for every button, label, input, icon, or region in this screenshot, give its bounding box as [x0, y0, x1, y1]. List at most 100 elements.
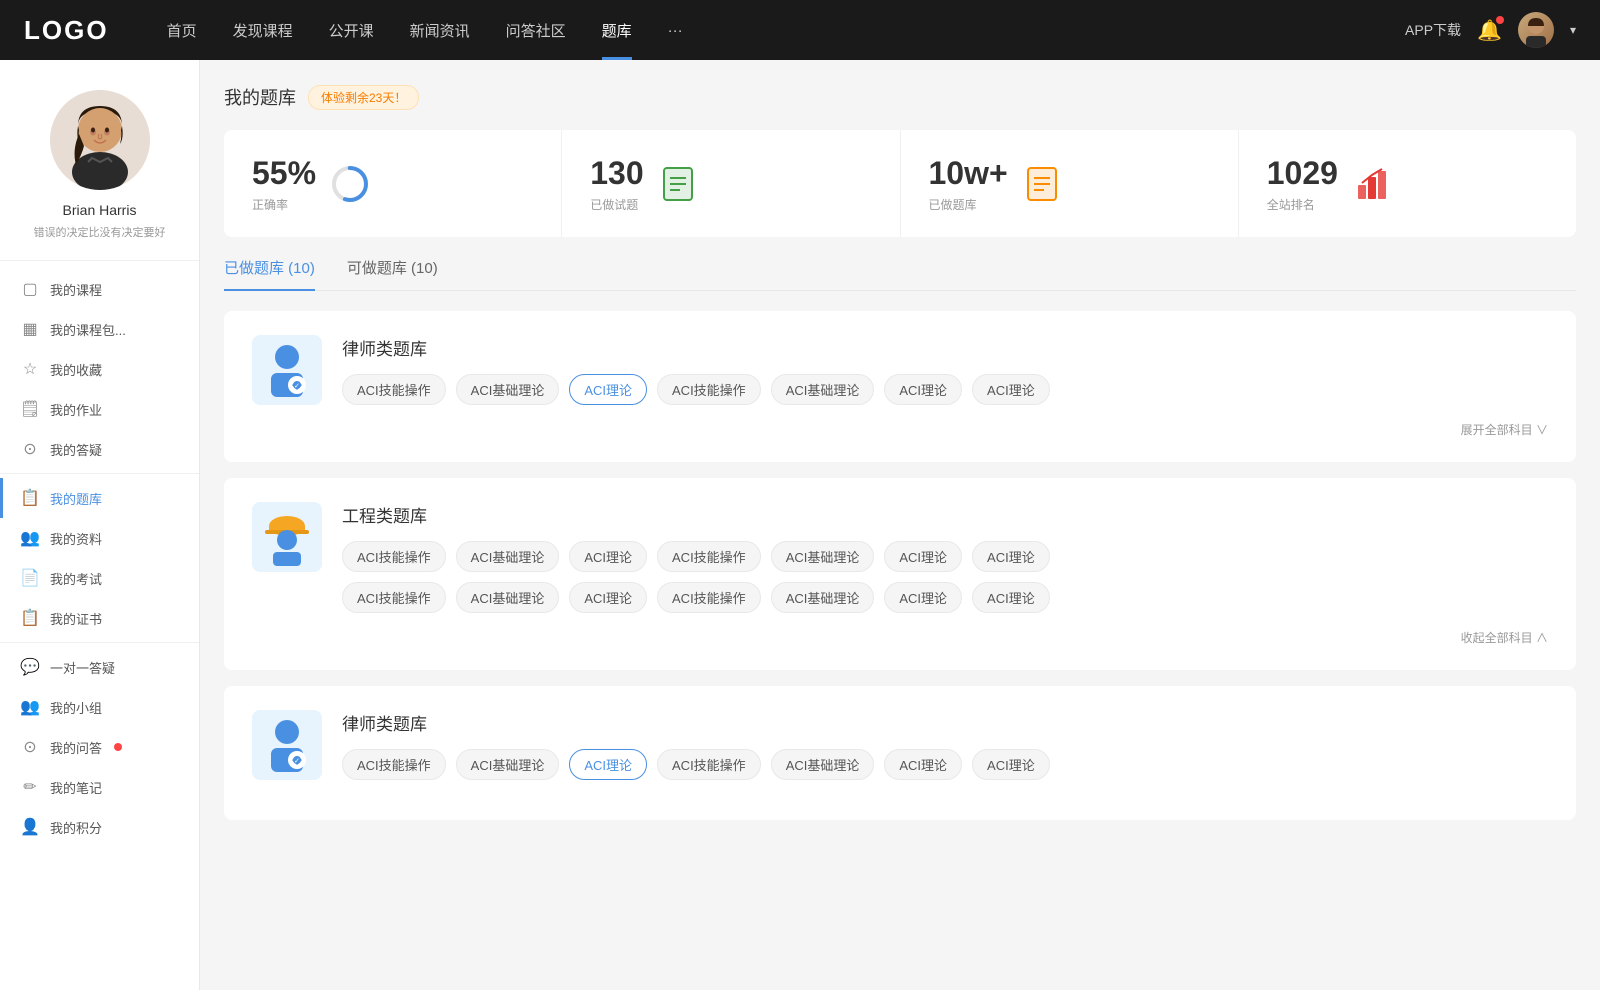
expand-button-1[interactable]: 展开全部科目 ∨	[1461, 421, 1548, 438]
sidebar: Brian Harris 错误的决定比没有决定要好 ▢ 我的课程 ▦ 我的课程包…	[0, 60, 200, 990]
qbank-tag[interactable]: ACI理论	[884, 749, 962, 780]
qbank-lawyer-icon-1: ✓	[252, 335, 322, 405]
qbank-tag[interactable]: ACI理论	[884, 582, 962, 613]
nav-news[interactable]: 新闻资讯	[392, 0, 488, 60]
qbank-tag[interactable]: ACI基础理论	[771, 582, 875, 613]
sidebar-item-my-course[interactable]: ▢ 我的课程	[0, 269, 199, 309]
qbank-card-2-title: 工程类题库	[342, 502, 1548, 527]
sidebar-item-my-qa[interactable]: ⊙ 我的问答	[0, 727, 199, 767]
stats-row: 55% 正确率 130 已做试题	[224, 130, 1576, 237]
stat-chart-red-icon	[1352, 164, 1392, 204]
qbank-card-1-title: 律师类题库	[342, 335, 1548, 360]
qbank-tag[interactable]: ACI基础理论	[771, 374, 875, 405]
qbank-card-2-tags-row2: ACI技能操作 ACI基础理论 ACI理论 ACI技能操作 ACI基础理论 AC…	[342, 582, 1548, 613]
nav-question-bank[interactable]: 题库	[584, 0, 650, 60]
sidebar-item-certificate[interactable]: 📋 我的证书	[0, 598, 199, 638]
qbank-tag[interactable]: ACI理论	[972, 749, 1050, 780]
navbar-right: APP下载 🔔 ▾	[1405, 12, 1576, 48]
sidebar-item-favorites[interactable]: ☆ 我的收藏	[0, 349, 199, 389]
svg-text:✓: ✓	[294, 383, 300, 390]
stat-completed-banks-label: 已做题库	[929, 196, 1008, 213]
avatar-dropdown-icon[interactable]: ▾	[1570, 23, 1576, 37]
avatar[interactable]	[1518, 12, 1554, 48]
notification-bell-icon[interactable]: 🔔	[1477, 18, 1502, 43]
points-icon: 👤	[20, 817, 40, 837]
qbank-card-2-tags-row1: ACI技能操作 ACI基础理论 ACI理论 ACI技能操作 ACI基础理论 AC…	[342, 541, 1548, 572]
qa-icon: ⊙	[20, 439, 40, 459]
sidebar-username: Brian Harris	[63, 202, 137, 218]
qbank-tag-active[interactable]: ACI理论	[569, 749, 647, 780]
svg-text:✓: ✓	[294, 758, 300, 765]
sidebar-menu: ▢ 我的课程 ▦ 我的课程包... ☆ 我的收藏 🗒 我的作业 ⊙ 我的答疑 📋	[0, 261, 199, 855]
qbank-tag[interactable]: ACI基础理论	[456, 374, 560, 405]
nav-more[interactable]: ···	[650, 0, 701, 60]
qbank-card-3-tags: ACI技能操作 ACI基础理论 ACI理论 ACI技能操作 ACI基础理论 AC…	[342, 749, 1548, 780]
qbank-tag[interactable]: ACI技能操作	[342, 374, 446, 405]
qbank-tag[interactable]: ACI技能操作	[657, 582, 761, 613]
notes-icon: ✏	[20, 777, 40, 797]
stat-site-ranking-text: 1029 全站排名	[1267, 154, 1338, 213]
nav-open-course[interactable]: 公开课	[311, 0, 392, 60]
sidebar-profile: Brian Harris 错误的决定比没有决定要好	[0, 60, 199, 261]
sidebar-item-question-bank[interactable]: 📋 我的题库	[0, 478, 199, 518]
qbank-card-1-content: 律师类题库 ACI技能操作 ACI基础理论 ACI理论 ACI技能操作 ACI基…	[342, 335, 1548, 405]
qbank-tag[interactable]: ACI理论	[884, 374, 962, 405]
sidebar-item-my-data[interactable]: 👥 我的资料	[0, 518, 199, 558]
menu-divider-2	[0, 642, 199, 643]
collapse-button-2[interactable]: 收起全部科目 ∧	[1461, 629, 1548, 646]
stat-accuracy-label: 正确率	[252, 196, 316, 213]
course-icon: ▢	[20, 279, 40, 299]
qbank-tag[interactable]: ACI基础理论	[456, 749, 560, 780]
sidebar-item-one-to-one[interactable]: 💬 一对一答疑	[0, 647, 199, 687]
question-bank-icon: 📋	[20, 488, 40, 508]
homework-icon: 🗒	[20, 399, 40, 419]
stat-site-ranking-label: 全站排名	[1267, 196, 1338, 213]
qbank-card-2-footer: 收起全部科目 ∧	[252, 629, 1548, 646]
qbank-tag-active[interactable]: ACI理论	[569, 374, 647, 405]
logo[interactable]: LOGO	[24, 15, 109, 46]
qbank-card-2-content: 工程类题库 ACI技能操作 ACI基础理论 ACI理论 ACI技能操作 ACI基…	[342, 502, 1548, 613]
qbank-card-header-1: ✓ 律师类题库 ACI技能操作 ACI基础理论 ACI理论 ACI技能操作 AC…	[252, 335, 1548, 405]
tabs-bar: 已做题库 (10) 可做题库 (10)	[224, 257, 1576, 291]
sidebar-item-points[interactable]: 👤 我的积分	[0, 807, 199, 847]
stat-completed-questions-label: 已做试题	[590, 196, 643, 213]
sidebar-avatar[interactable]	[50, 90, 150, 190]
navbar: LOGO 首页 发现课程 公开课 新闻资讯 问答社区 题库 ··· APP下载 …	[0, 0, 1600, 60]
qa-notification-dot	[114, 743, 122, 751]
qbank-tag[interactable]: ACI技能操作	[342, 582, 446, 613]
qbank-tag[interactable]: ACI理论	[884, 541, 962, 572]
qbank-tag[interactable]: ACI理论	[569, 541, 647, 572]
stat-site-ranking-value: 1029	[1267, 154, 1338, 192]
qbank-tag[interactable]: ACI基础理论	[456, 582, 560, 613]
nav-discover[interactable]: 发现课程	[215, 0, 311, 60]
qbank-tag[interactable]: ACI技能操作	[657, 749, 761, 780]
sidebar-item-my-group[interactable]: 👥 我的小组	[0, 687, 199, 727]
qbank-tag[interactable]: ACI理论	[972, 541, 1050, 572]
qbank-tag[interactable]: ACI理论	[972, 582, 1050, 613]
sidebar-item-course-package[interactable]: ▦ 我的课程包...	[0, 309, 199, 349]
tab-completed-banks[interactable]: 已做题库 (10)	[224, 257, 315, 290]
main-content: 我的题库 体验剩余23天！ 55% 正确率	[200, 60, 1600, 990]
nav-qa[interactable]: 问答社区	[488, 0, 584, 60]
sidebar-item-notes[interactable]: ✏ 我的笔记	[0, 767, 199, 807]
qbank-tag[interactable]: ACI技能操作	[342, 749, 446, 780]
tab-available-banks[interactable]: 可做题库 (10)	[347, 257, 438, 290]
stat-accuracy-text: 55% 正确率	[252, 154, 316, 213]
certificate-icon: 📋	[20, 608, 40, 628]
qbank-tag[interactable]: ACI技能操作	[657, 541, 761, 572]
qbank-tag[interactable]: ACI基础理论	[456, 541, 560, 572]
sidebar-item-homework[interactable]: 🗒 我的作业	[0, 389, 199, 429]
qbank-tag[interactable]: ACI技能操作	[342, 541, 446, 572]
sidebar-item-qa[interactable]: ⊙ 我的答疑	[0, 429, 199, 469]
nav-home[interactable]: 首页	[149, 0, 215, 60]
star-icon: ☆	[20, 359, 40, 379]
qbank-tag[interactable]: ACI技能操作	[657, 374, 761, 405]
qbank-tag[interactable]: ACI基础理论	[771, 541, 875, 572]
qbank-tag[interactable]: ACI理论	[569, 582, 647, 613]
qbank-tag[interactable]: ACI理论	[972, 374, 1050, 405]
qbank-tag[interactable]: ACI基础理论	[771, 749, 875, 780]
app-download-button[interactable]: APP下载	[1405, 20, 1461, 40]
sidebar-item-exam[interactable]: 📄 我的考试	[0, 558, 199, 598]
stat-accuracy: 55% 正确率	[224, 130, 562, 237]
stat-accuracy-value: 55%	[252, 154, 316, 192]
